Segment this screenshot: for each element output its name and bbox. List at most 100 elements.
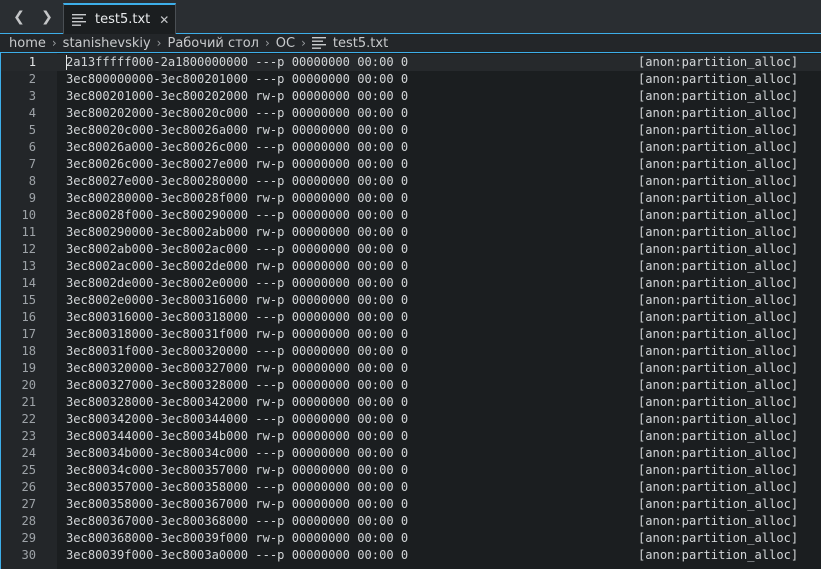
line-mapping-label: [anon:partition_alloc] bbox=[638, 157, 799, 171]
line-text: 3ec80039f000-3ec8003a0000 ---p 00000000 … bbox=[66, 548, 409, 562]
line-text: 3ec800201000-3ec800202000 rw-p 00000000 … bbox=[66, 89, 409, 103]
forward-button[interactable]: ❯ bbox=[34, 4, 60, 30]
chevron-right-icon: ❯ bbox=[41, 9, 53, 25]
line-text: 3ec80031f000-3ec800320000 ---p 00000000 … bbox=[66, 344, 409, 358]
editor-line[interactable]: 10 3ec80028f000-3ec800290000 ---p 0000000… bbox=[1, 207, 821, 224]
editor-line[interactable]: 25 3ec80034c000-3ec800357000 rw-p 0000000… bbox=[1, 462, 821, 479]
line-text: 3ec80034c000-3ec800357000 rw-p 00000000 … bbox=[66, 463, 409, 477]
editor-area[interactable]: 1 2a13fffff000-2a1800000000 ---p 00000000… bbox=[0, 52, 821, 569]
editor-line[interactable]: 8 3ec80027e000-3ec800280000 ---p 00000000… bbox=[1, 173, 821, 190]
line-number: 18 bbox=[21, 344, 36, 358]
line-text: 3ec800280000-3ec80028f000 rw-p 00000000 … bbox=[66, 191, 409, 205]
line-number: 6 bbox=[28, 140, 36, 154]
line-mapping-label: [anon:partition_alloc] bbox=[638, 259, 799, 273]
editor-line[interactable]: 6 3ec80026a000-3ec80026c000 ---p 00000000… bbox=[1, 139, 821, 156]
line-text: 3ec800357000-3ec800358000 ---p 00000000 … bbox=[66, 480, 409, 494]
editor-line[interactable]: 14 3ec8002de000-3ec8002e0000 ---p 0000000… bbox=[1, 275, 821, 292]
editor-line[interactable]: 18 3ec80031f000-3ec800320000 ---p 0000000… bbox=[1, 343, 821, 360]
editor-line[interactable]: 5 3ec80020c000-3ec80026a000 rw-p 00000000… bbox=[1, 122, 821, 139]
line-mapping-label: [anon:partition_alloc] bbox=[638, 531, 799, 545]
line-text: 3ec800320000-3ec800327000 rw-p 00000000 … bbox=[66, 361, 409, 375]
line-mapping-label: [anon:partition_alloc] bbox=[638, 276, 799, 290]
editor-line[interactable]: 17 3ec800318000-3ec80031f000 rw-p 0000000… bbox=[1, 326, 821, 343]
breadcrumb-item-user[interactable]: stanishevskiy bbox=[63, 36, 151, 51]
editor-line[interactable]: 16 3ec800316000-3ec800318000 ---p 0000000… bbox=[1, 309, 821, 326]
line-mapping-label: [anon:partition_alloc] bbox=[638, 89, 799, 103]
line-number: 29 bbox=[21, 531, 36, 545]
line-mapping-label: [anon:partition_alloc] bbox=[638, 412, 799, 426]
editor-line[interactable]: 12 3ec8002ab000-3ec8002ac000 ---p 0000000… bbox=[1, 241, 821, 258]
line-text: 3ec800290000-3ec8002ab000 rw-p 00000000 … bbox=[66, 225, 409, 239]
breadcrumb-item-file[interactable]: test5.txt bbox=[333, 36, 388, 51]
line-number: 27 bbox=[21, 497, 36, 511]
editor-line[interactable]: 23 3ec800344000-3ec80034b000 rw-p 0000000… bbox=[1, 428, 821, 445]
line-text: 2a13fffff000-2a1800000000 ---p 00000000 … bbox=[66, 55, 409, 69]
line-mapping-label: [anon:partition_alloc] bbox=[638, 548, 799, 562]
line-text: 3ec80034b000-3ec80034c000 ---p 00000000 … bbox=[66, 446, 409, 460]
line-text: 3ec800344000-3ec80034b000 rw-p 00000000 … bbox=[66, 429, 409, 443]
line-text: 3ec8002e0000-3ec800316000 rw-p 00000000 … bbox=[66, 293, 409, 307]
editor-line[interactable]: 27 3ec800358000-3ec800367000 rw-p 0000000… bbox=[1, 496, 821, 513]
editor-line[interactable]: 22 3ec800342000-3ec800344000 ---p 0000000… bbox=[1, 411, 821, 428]
line-text: 3ec800316000-3ec800318000 ---p 00000000 … bbox=[66, 310, 409, 324]
line-number: 2 bbox=[28, 72, 36, 86]
editor-line[interactable]: 29 3ec800368000-3ec80039f000 rw-p 0000000… bbox=[1, 530, 821, 547]
editor-line[interactable]: 19 3ec800320000-3ec800327000 rw-p 0000000… bbox=[1, 360, 821, 377]
tab-test5-txt[interactable]: test5.txt ✕ bbox=[63, 3, 176, 34]
editor-line[interactable]: 9 3ec800280000-3ec80028f000 rw-p 00000000… bbox=[1, 190, 821, 207]
line-text: 3ec8002ac000-3ec8002de000 rw-p 00000000 … bbox=[66, 259, 409, 273]
line-mapping-label: [anon:partition_alloc] bbox=[638, 446, 799, 460]
editor-line[interactable]: 13 3ec8002ac000-3ec8002de000 rw-p 0000000… bbox=[1, 258, 821, 275]
line-number: 23 bbox=[21, 429, 36, 443]
line-text: 3ec800318000-3ec80031f000 rw-p 00000000 … bbox=[66, 327, 409, 341]
editor-line[interactable]: 15 3ec8002e0000-3ec800316000 rw-p 0000000… bbox=[1, 292, 821, 309]
editor-line[interactable]: 26 3ec800357000-3ec800358000 ---p 0000000… bbox=[1, 479, 821, 496]
line-number: 21 bbox=[21, 395, 36, 409]
editor-line[interactable]: 1 2a13fffff000-2a1800000000 ---p 00000000… bbox=[1, 54, 821, 71]
line-number: 8 bbox=[28, 174, 36, 188]
line-text: 3ec8002de000-3ec8002e0000 ---p 00000000 … bbox=[66, 276, 409, 290]
editor-line[interactable]: 20 3ec800327000-3ec800328000 ---p 0000000… bbox=[1, 377, 821, 394]
breadcrumb: home › stanishevskiy › Рабочий стол › ОС… bbox=[0, 34, 821, 52]
breadcrumb-item-desktop[interactable]: Рабочий стол bbox=[167, 36, 258, 51]
editor-line[interactable]: 7 3ec80026c000-3ec80027e000 rw-p 00000000… bbox=[1, 156, 821, 173]
editor-line[interactable]: 21 3ec800328000-3ec800342000 rw-p 0000000… bbox=[1, 394, 821, 411]
line-text: 3ec80026c000-3ec80027e000 rw-p 00000000 … bbox=[66, 157, 409, 171]
tab-bar: ❮ ❯ test5.txt ✕ bbox=[0, 0, 821, 34]
line-number: 1 bbox=[28, 55, 36, 69]
editor-line[interactable]: 3 3ec800201000-3ec800202000 rw-p 00000000… bbox=[1, 88, 821, 105]
line-text: 3ec8002ab000-3ec8002ac000 ---p 00000000 … bbox=[66, 242, 409, 256]
breadcrumb-item-home[interactable]: home bbox=[9, 36, 46, 51]
line-number: 22 bbox=[21, 412, 36, 426]
line-text: 3ec80028f000-3ec800290000 ---p 00000000 … bbox=[66, 208, 409, 222]
line-mapping-label: [anon:partition_alloc] bbox=[638, 463, 799, 477]
line-number: 14 bbox=[21, 276, 36, 290]
line-number: 7 bbox=[28, 157, 36, 171]
line-mapping-label: [anon:partition_alloc] bbox=[638, 55, 799, 69]
line-number: 10 bbox=[21, 208, 36, 222]
chevron-right-icon: › bbox=[51, 36, 57, 50]
line-mapping-label: [anon:partition_alloc] bbox=[638, 480, 799, 494]
back-button[interactable]: ❮ bbox=[6, 4, 32, 30]
line-text: 3ec800000000-3ec800201000 ---p 00000000 … bbox=[66, 72, 409, 86]
chevron-right-icon: › bbox=[301, 36, 306, 50]
breadcrumb-item-os[interactable]: ОС bbox=[276, 36, 295, 51]
line-text: 3ec800328000-3ec800342000 rw-p 00000000 … bbox=[66, 395, 409, 409]
editor-line[interactable]: 4 3ec800202000-3ec80020c000 ---p 00000000… bbox=[1, 105, 821, 122]
editor-line[interactable]: 24 3ec80034b000-3ec80034c000 ---p 0000000… bbox=[1, 445, 821, 462]
editor-line[interactable]: 30 3ec80039f000-3ec8003a0000 ---p 0000000… bbox=[1, 547, 821, 564]
line-number: 28 bbox=[21, 514, 36, 528]
line-mapping-label: [anon:partition_alloc] bbox=[638, 225, 799, 239]
line-mapping-label: [anon:partition_alloc] bbox=[638, 327, 799, 341]
line-mapping-label: [anon:partition_alloc] bbox=[638, 208, 799, 222]
editor-line[interactable]: 28 3ec800367000-3ec800368000 ---p 0000000… bbox=[1, 513, 821, 530]
editor-line[interactable]: 2 3ec800000000-3ec800201000 ---p 00000000… bbox=[1, 71, 821, 88]
line-number: 9 bbox=[28, 191, 36, 205]
line-number: 24 bbox=[21, 446, 36, 460]
line-number: 16 bbox=[21, 310, 36, 324]
line-mapping-label: [anon:partition_alloc] bbox=[638, 378, 799, 392]
line-number: 13 bbox=[21, 259, 36, 273]
line-number: 17 bbox=[21, 327, 36, 341]
editor-line[interactable]: 11 3ec800290000-3ec8002ab000 rw-p 0000000… bbox=[1, 224, 821, 241]
close-icon[interactable]: ✕ bbox=[159, 13, 169, 27]
